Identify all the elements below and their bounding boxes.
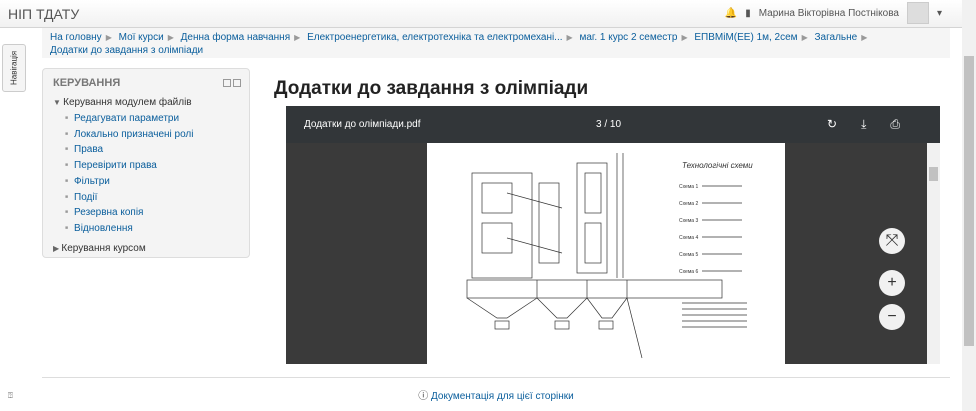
- caret-down-icon: ▼: [53, 98, 64, 107]
- link-edit-settings[interactable]: Редагувати параметри: [74, 113, 179, 124]
- zoom-out-button[interactable]: −: [879, 304, 905, 330]
- print-icon[interactable]: ⎙: [890, 117, 900, 132]
- technical-drawing: Технологічні схеми Схема 1 Схема 2 Схема 3…: [466, 153, 753, 359]
- notifications-icon[interactable]: 🔔: [725, 8, 737, 19]
- breadcrumb-home[interactable]: На головну: [50, 32, 102, 43]
- avatar[interactable]: [906, 2, 929, 24]
- link-events[interactable]: Події: [74, 192, 97, 203]
- site-brand[interactable]: НІП ТДАТУ: [8, 6, 79, 22]
- breadcrumb-semester[interactable]: маг. 1 курс 2 семестр: [579, 32, 677, 43]
- collapse-icon[interactable]: [223, 79, 231, 87]
- link-filters[interactable]: Фільтри: [74, 176, 110, 187]
- link-restore[interactable]: Відновлення: [74, 223, 133, 234]
- link-check-permissions[interactable]: Перевірити права: [74, 160, 157, 171]
- pdf-scroll-thumb[interactable]: [929, 167, 938, 181]
- breadcrumb-section[interactable]: Загальне: [815, 32, 858, 43]
- documentation-link[interactable]: Документація для цієї сторінки: [431, 391, 574, 402]
- navigation-tab[interactable]: Навігація: [2, 44, 26, 92]
- download-icon[interactable]: ⤓: [861, 117, 866, 132]
- info-icon: ⓘ: [418, 391, 429, 402]
- svg-text:Схема 5: Схема 5: [679, 252, 698, 258]
- page-scrollbar[interactable]: [962, 0, 976, 411]
- pdf-page: Технологічні схеми Схема 1 Схема 2 Схема 3…: [427, 143, 785, 364]
- svg-text:Схема 2: Схема 2: [679, 201, 698, 207]
- svg-text:Схема 4: Схема 4: [679, 235, 698, 241]
- user-name[interactable]: Марина Вікторівна Постнікова: [759, 8, 899, 19]
- drawing-title: Технологічні схеми: [682, 161, 753, 170]
- page-title: Додатки до завдання з олімпіади: [274, 78, 589, 99]
- help-icon[interactable]: ⍰: [8, 391, 13, 401]
- zoom-in-button[interactable]: +: [879, 270, 905, 296]
- dock-icon[interactable]: [233, 79, 241, 87]
- page-indicator: 3 / 10: [596, 119, 622, 130]
- breadcrumb-course[interactable]: ЕПВМіМ(ЕЕ) 1м, 2сем: [694, 32, 797, 43]
- messages-icon[interactable]: ▮: [745, 8, 751, 19]
- pdf-filename: Додатки до олімпіади.pdf: [304, 119, 421, 130]
- navbar: НІП ТДАТУ 🔔 ▮ Марина Вікторівна Постніко…: [0, 0, 962, 28]
- page-scroll-thumb[interactable]: [964, 56, 974, 346]
- block-title: КЕРУВАННЯ: [53, 77, 121, 89]
- tree-node-file-module[interactable]: ▼ Керування модулем файлів: [53, 97, 239, 108]
- chevron-down-icon[interactable]: ▾: [937, 8, 942, 19]
- svg-text:Схема 1: Схема 1: [679, 184, 698, 190]
- pdf-viewer[interactable]: Додатки до олімпіади.pdf 3 / 10 ↻ ⤓ ⎙ Те…: [286, 106, 940, 364]
- link-backup[interactable]: Резервна копія: [74, 207, 143, 218]
- pdf-scrollbar[interactable]: [927, 143, 940, 364]
- rotate-icon[interactable]: ↻: [827, 117, 837, 132]
- tree-node-course[interactable]: ▶ Керування курсом: [53, 243, 239, 254]
- link-permissions[interactable]: Права: [74, 144, 103, 155]
- pdf-toolbar: Додатки до олімпіади.pdf 3 / 10 ↻ ⤓ ⎙: [286, 106, 940, 143]
- breadcrumb-category[interactable]: Денна форма навчання: [181, 32, 290, 43]
- fit-page-button[interactable]: ⤧: [879, 228, 905, 254]
- link-local-roles[interactable]: Локально призначені ролі: [74, 129, 193, 140]
- footer: ⓘ Документація для цієї сторінки: [42, 377, 950, 402]
- breadcrumb: На головну ▶ Мої курси ▶ Денна форма навча…: [42, 28, 950, 58]
- svg-text:Схема 6: Схема 6: [679, 269, 698, 275]
- breadcrumb-subcategory[interactable]: Електроенергетика, електротехніка та еле…: [307, 32, 562, 43]
- breadcrumb-current[interactable]: Додатки до завдання з олімпіади: [50, 45, 203, 56]
- breadcrumb-my-courses[interactable]: Мої курси: [119, 32, 164, 43]
- admin-block: КЕРУВАННЯ ▼ Керування модулем файлів Ред…: [42, 68, 250, 258]
- svg-text:Схема 3: Схема 3: [679, 218, 698, 224]
